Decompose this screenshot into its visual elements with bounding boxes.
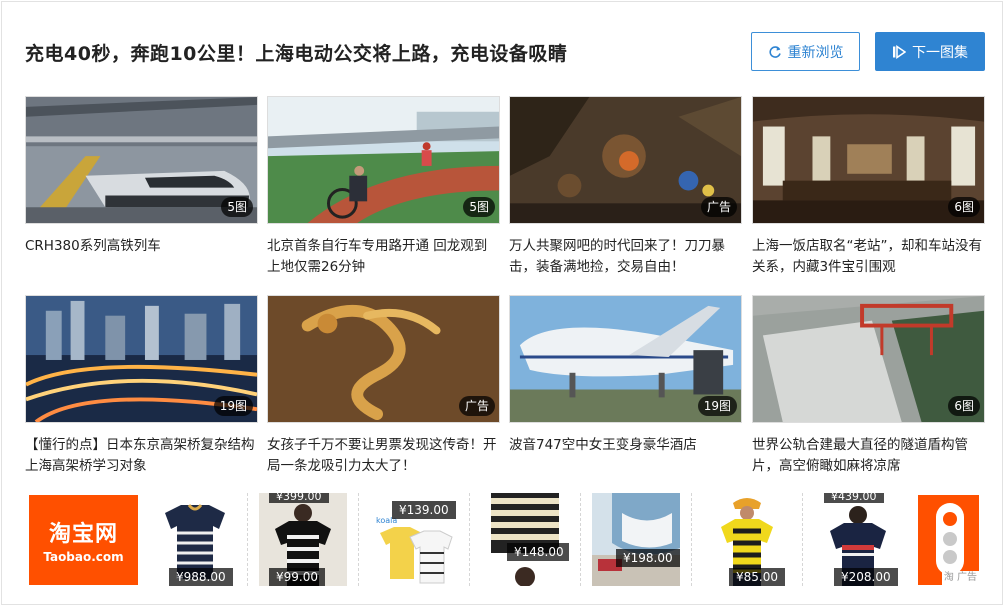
ad-product[interactable]: ¥439.00 ¥208.00 xyxy=(814,493,902,586)
card-thumbnail[interactable]: 5图 xyxy=(25,96,258,224)
card-caption[interactable]: 女孩子千万不要让男票发现这传奇！开局一条龙吸引力太大了！ xyxy=(267,435,500,477)
card-thumbnail[interactable]: 19图 xyxy=(509,295,742,423)
taobao-ad-strip[interactable]: 淘宝网 Taobao.com ¥988.00 ¥399.00 ¥99.00 ko… xyxy=(29,493,979,586)
ad-badge: 广告 xyxy=(458,396,495,416)
refresh-icon xyxy=(768,45,781,58)
divider xyxy=(247,493,248,586)
gallery-card[interactable]: 6图 世界公轨合建最大直径的隧道盾构管片，高空俯瞰如麻将凉席 xyxy=(752,295,985,477)
taobao-logo-text: 淘宝网 xyxy=(48,522,118,547)
card-thumbnail[interactable]: 6图 xyxy=(752,96,985,224)
divider xyxy=(802,493,803,586)
ad-logo-char: 淘 xyxy=(943,572,954,583)
gallery-card[interactable]: 5图 北京首条自行车专用路开通 回龙观到上地仅需26分钟 xyxy=(267,96,500,278)
gallery-card[interactable]: 广告 女孩子千万不要让男票发现这传奇！开局一条龙吸引力太大了！ xyxy=(267,295,500,477)
image-count-badge: 6图 xyxy=(948,197,980,217)
gallery-card[interactable]: 广告 万人共聚网吧的时代回来了！刀刀暴击，装备满地捡，交易自由！ xyxy=(509,96,742,278)
product-price: ¥148.00 xyxy=(507,543,569,561)
gallery-card[interactable]: 6图 上海一饭店取名“老站”，却和车站没有关系，内藏3件宝引围观 xyxy=(752,96,985,278)
card-caption[interactable]: 万人共聚网吧的时代回来了！刀刀暴击，装备满地捡，交易自由！ xyxy=(509,236,742,278)
ad-badge: 广告 xyxy=(700,197,737,217)
card-caption[interactable]: 上海一饭店取名“老站”，却和车站没有关系，内藏3件宝引围观 xyxy=(752,236,985,278)
product-price: ¥99.00 xyxy=(269,568,325,586)
taobao-logo-domain: Taobao.com xyxy=(43,550,124,564)
card-thumbnail[interactable]: 5图 xyxy=(267,96,500,224)
product-price: ¥208.00 xyxy=(834,568,898,586)
ad-product[interactable]: ¥85.00 xyxy=(703,493,791,586)
gallery-card[interactable]: 19图 波音747空中女王变身豪华酒店 xyxy=(509,295,742,477)
gallery-panel: 充电40秒，奔跑10公里！上海电动公交将上路，充电设备吸睛 重新浏览 下一图集 xyxy=(1,1,1003,605)
card-thumbnail[interactable]: 19图 xyxy=(25,295,258,423)
gallery-card[interactable]: 5图 CRH380系列高铁列车 xyxy=(25,96,258,278)
gallery-card[interactable]: 19图 【懂行的点】日本东京高架桥复杂结构 上海高架桥学习对象 xyxy=(25,295,258,477)
card-thumbnail[interactable]: 6图 xyxy=(752,295,985,423)
ad-product[interactable]: koala ¥139.00 xyxy=(370,493,458,586)
card-thumbnail[interactable]: 广告 xyxy=(509,96,742,224)
image-count-badge: 6图 xyxy=(948,396,980,416)
skip-next-icon xyxy=(893,44,906,59)
next-gallery-button[interactable]: 下一图集 xyxy=(875,32,985,71)
next-gallery-label: 下一图集 xyxy=(912,44,968,61)
product-price: ¥198.00 xyxy=(616,549,680,567)
refresh-label: 重新浏览 xyxy=(787,44,844,61)
product-price-secondary: ¥399.00 xyxy=(269,493,329,503)
card-caption[interactable]: 【懂行的点】日本东京高架桥复杂结构 上海高架桥学习对象 xyxy=(25,435,258,477)
product-price-secondary: ¥439.00 xyxy=(824,493,884,503)
card-caption[interactable]: 世界公轨合建最大直径的隧道盾构管片，高空俯瞰如麻将凉席 xyxy=(752,435,985,477)
divider xyxy=(580,493,581,586)
product-price: ¥139.00 xyxy=(392,501,456,519)
divider xyxy=(358,493,359,586)
card-caption[interactable]: CRH380系列高铁列车 xyxy=(25,236,258,278)
ad-product[interactable]: ¥148.00 xyxy=(481,493,569,586)
divider xyxy=(469,493,470,586)
ad-product[interactable]: ¥399.00 ¥99.00 xyxy=(259,493,347,586)
taobao-ad-badge[interactable]: 淘 广告 xyxy=(918,495,979,585)
gallery-title: 充电40秒，奔跑10公里！上海电动公交将上路，充电设备吸睛 xyxy=(25,43,568,65)
image-count-badge: 19图 xyxy=(697,396,737,416)
ad-product[interactable]: ¥198.00 xyxy=(592,493,680,586)
image-count-badge: 5图 xyxy=(221,197,253,217)
card-caption[interactable]: 北京首条自行车专用路开通 回龙观到上地仅需26分钟 xyxy=(267,236,500,278)
ad-product[interactable]: ¥988.00 xyxy=(151,493,239,586)
product-price: ¥85.00 xyxy=(729,568,785,586)
divider xyxy=(691,493,692,586)
refresh-button[interactable]: 重新浏览 xyxy=(751,32,860,71)
card-caption[interactable]: 波音747空中女王变身豪华酒店 xyxy=(509,435,742,477)
ad-label: 淘 广告 xyxy=(941,571,979,585)
product-price: ¥988.00 xyxy=(169,568,233,586)
card-thumbnail[interactable]: 广告 xyxy=(267,295,500,423)
ad-text: 广告 xyxy=(957,572,977,583)
image-count-badge: 5图 xyxy=(463,197,495,217)
image-count-badge: 19图 xyxy=(213,396,253,416)
taobao-logo[interactable]: 淘宝网 Taobao.com xyxy=(29,495,138,585)
